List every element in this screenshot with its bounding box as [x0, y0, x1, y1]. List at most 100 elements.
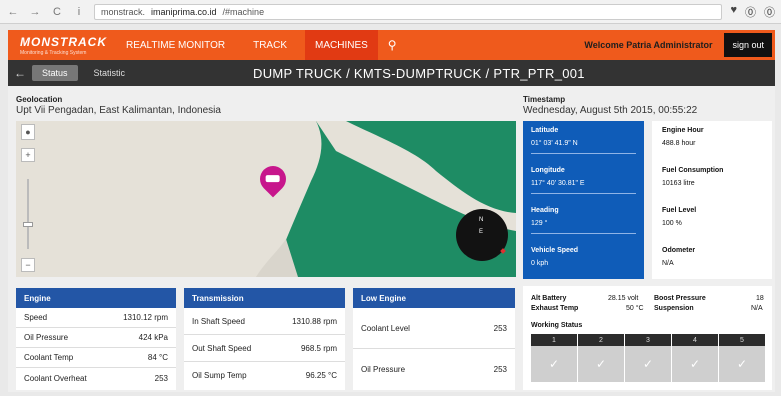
address-bar[interactable]: monstrack. imaniprima.co.id /#machine	[94, 3, 723, 20]
logo-subtitle: Monitoring & Tracking System	[20, 49, 87, 56]
divider	[531, 153, 636, 154]
slot-number: 2	[578, 334, 624, 346]
top-navigation: MONSTRACK Monitoring & Tracking System R…	[8, 30, 775, 60]
row-value: 253	[493, 323, 507, 333]
heart-icon[interactable]: ♥	[730, 4, 737, 20]
heading-value: 129 °	[531, 220, 548, 227]
search-icon[interactable]: ⚲	[388, 38, 397, 52]
table-row: In Shaft Speed 1310.88 rpm	[184, 308, 345, 335]
longitude-label: Longitude	[531, 167, 565, 174]
url-prefix: monstrack.	[101, 6, 146, 17]
heading-field: Heading 129 °	[531, 207, 636, 234]
odometer-field: Odometer N/A	[662, 247, 764, 267]
forward-arrow-icon[interactable]: →	[28, 6, 42, 18]
zoom-slider-track[interactable]	[27, 179, 29, 249]
logo-name: MONSTRACK	[20, 34, 107, 49]
engine-hour-label: Engine Hour	[662, 127, 704, 134]
url-path: /#machine	[222, 6, 265, 17]
divider	[531, 233, 636, 234]
slot-number: 3	[625, 334, 671, 346]
zoom-in-button[interactable]: +	[21, 148, 35, 162]
browser-toolbar: ← → C i monstrack. imaniprima.co.id /#mach…	[0, 0, 781, 24]
alt-battery-label: Alt Battery	[531, 295, 567, 302]
shield-icon[interactable]: ⓪	[745, 4, 756, 20]
working-status-slot: 3 ✓	[625, 334, 672, 382]
fuel-level-field: Fuel Level 100 %	[662, 207, 764, 227]
engine-card: Engine Speed 1310.12 rpm Oil Pressure 424 …	[16, 288, 176, 390]
alt-battery-value: 28.15 volt	[608, 295, 639, 302]
compass-east: E	[479, 229, 484, 235]
nav-track[interactable]: Track	[243, 30, 297, 60]
info-icon[interactable]: i	[72, 6, 86, 18]
nav-realtime-monitor[interactable]: Realtime Monitor	[116, 30, 235, 60]
latitude-label: Latitude	[531, 127, 559, 134]
working-status-slot: 5 ✓	[719, 334, 765, 382]
row-label: Oil Pressure	[24, 333, 69, 342]
timestamp-label: Timestamp	[523, 95, 566, 104]
fuel-consumption-field: Fuel Consumption 10163 litre	[662, 167, 764, 187]
working-status-slot: 4 ✓	[672, 334, 719, 382]
row-value: 424 kPa	[138, 333, 168, 342]
divider	[531, 193, 636, 194]
row-value: 968.5 rpm	[300, 343, 337, 353]
engine-hour-field: Engine Hour 488.8 hour	[662, 127, 764, 147]
table-row: Coolant Overheat 253	[16, 368, 176, 388]
zoom-slider-handle[interactable]	[23, 222, 33, 227]
low-engine-card-title: Low Engine	[353, 288, 515, 308]
status-panel: Alt Battery 28.15 volt Exhaust Temp 50 °…	[523, 286, 772, 390]
working-status-slot: 2 ✓	[578, 334, 625, 382]
check-icon: ✓	[578, 346, 624, 382]
row-value: 253	[493, 365, 507, 374]
latitude-field: Latitude 01° 03' 41.9" N	[531, 127, 636, 154]
reload-icon[interactable]: C	[50, 6, 64, 18]
map-land	[16, 121, 516, 277]
url-domain: imaniprima.co.id	[151, 6, 217, 17]
table-row: Oil Sump Temp 96.25 °C	[184, 362, 345, 389]
latitude-value: 01° 03' 41.9" N	[531, 140, 578, 147]
nav-machines[interactable]: Machines	[305, 30, 378, 60]
timestamp-value: Wednesday, August 5th 2015, 00:55:22	[523, 105, 698, 116]
table-row: Oil Pressure 424 kPa	[16, 328, 176, 348]
user-icon[interactable]: ⓪	[764, 4, 775, 20]
vehicle-speed-label: Vehicle Speed	[531, 247, 579, 254]
street-view-icon[interactable]: ●	[21, 124, 35, 140]
suspension-value: N/A	[751, 305, 763, 312]
page-title: DUMP TRUCK / KMTS-DUMPTRUCK / PTR_PTR_00…	[253, 66, 585, 81]
tab-status[interactable]: Status	[32, 65, 78, 81]
check-icon: ✓	[719, 346, 765, 382]
transmission-card-title: Transmission	[184, 288, 345, 308]
check-icon: ✓	[531, 346, 577, 382]
row-value: 84 °C	[147, 353, 168, 362]
table-row: Coolant Temp 84 °C	[16, 348, 176, 368]
tab-statistic[interactable]: Statistic	[84, 65, 136, 81]
table-row: Coolant Level 253	[353, 308, 515, 349]
back-arrow-icon[interactable]: ←	[8, 66, 32, 80]
row-label: Coolant Overheat	[24, 373, 87, 383]
odometer-value: N/A	[662, 260, 674, 267]
geolocation-value: Upt Vii Pengadan, East Kalimantan, Indon…	[16, 105, 221, 116]
engine-card-title: Engine	[16, 288, 176, 308]
welcome-text: Welcome Patria Administrator	[584, 40, 713, 50]
machine-subbar: ← Status Statistic DUMP TRUCK / KMTS-DUM…	[8, 60, 775, 86]
monstrack-logo[interactable]: MONSTRACK Monitoring & Tracking System	[8, 30, 108, 60]
sign-out-button[interactable]: sign out	[724, 33, 772, 57]
heading-label: Heading	[531, 207, 559, 214]
transmission-card: Transmission In Shaft Speed 1310.88 rpm O…	[184, 288, 345, 390]
boost-pressure-label: Boost Pressure	[654, 295, 706, 302]
map-view[interactable]: ● + − N E	[16, 121, 516, 277]
table-row: Oil Pressure 253	[353, 349, 515, 390]
low-engine-card: Low Engine Coolant Level 253 Oil Pressure…	[353, 288, 515, 390]
usage-panel: Engine Hour 488.8 hour Fuel Consumption 10…	[652, 121, 772, 279]
fuel-consumption-label: Fuel Consumption	[662, 167, 724, 174]
row-label: Oil Sump Temp	[192, 371, 247, 380]
zoom-out-button[interactable]: −	[21, 258, 35, 272]
working-status-label: Working Status	[531, 322, 583, 329]
back-arrow-icon[interactable]: ←	[6, 6, 20, 18]
row-label: Speed	[24, 313, 48, 322]
slot-number: 5	[719, 334, 765, 346]
row-label: Out Shaft Speed	[192, 343, 252, 353]
row-value: 96.25 °C	[305, 371, 337, 380]
fuel-consumption-value: 10163 litre	[662, 180, 695, 187]
row-value: 253	[154, 373, 168, 383]
exhaust-temp-label: Exhaust Temp	[531, 305, 579, 312]
